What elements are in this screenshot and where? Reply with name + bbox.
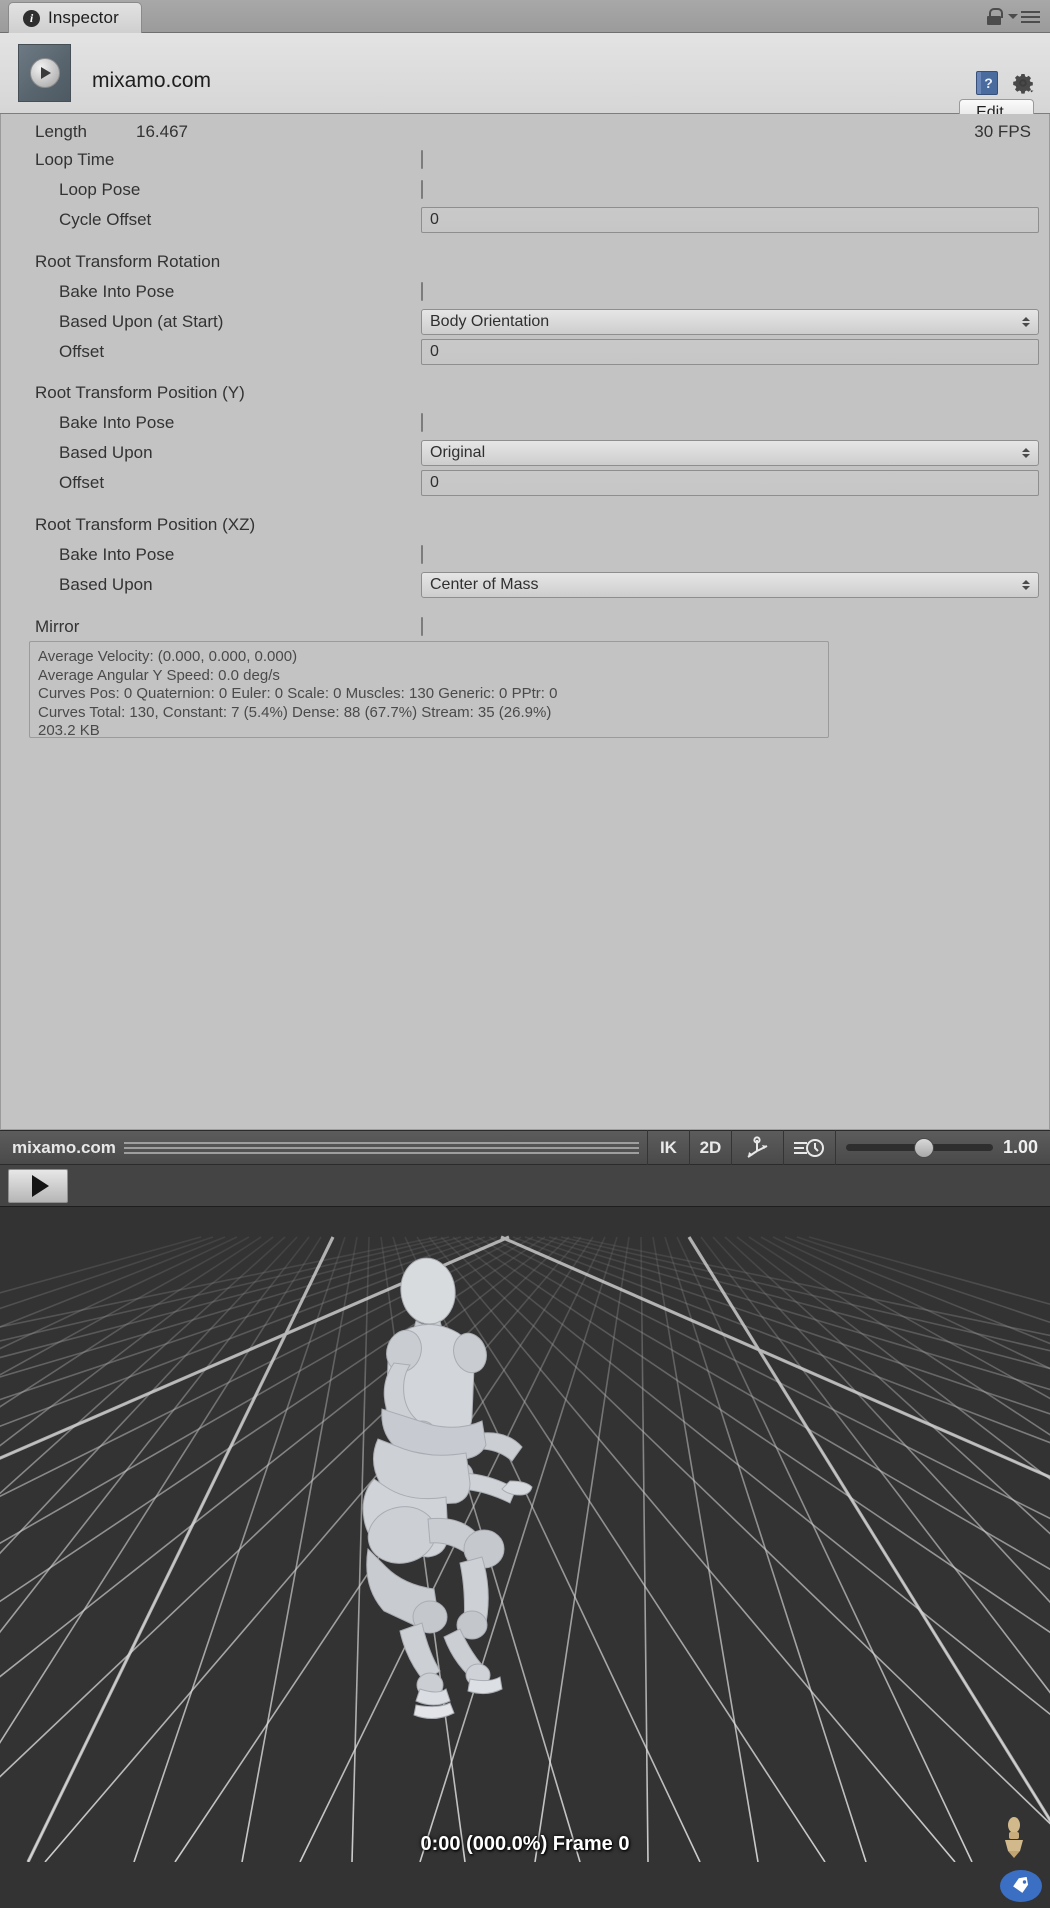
two-d-toggle-button[interactable]: 2D — [688, 1130, 731, 1165]
avatar-pivot-icon[interactable] — [730, 1130, 783, 1165]
ik-toggle-button[interactable]: IK — [646, 1130, 689, 1165]
chevron-updown-icon — [1022, 448, 1030, 458]
toolbar-rail — [123, 1141, 639, 1154]
label-mirror: Mirror — [35, 617, 80, 636]
row-posxz-based-upon: Based Upon Center of Mass — [1, 567, 1050, 603]
stat-line: Average Velocity: (0.000, 0.000, 0.000) — [38, 648, 298, 665]
speed-slider-knob[interactable] — [913, 1137, 934, 1158]
play-button[interactable] — [8, 1168, 68, 1203]
input-rotation-offset[interactable]: 0 — [421, 339, 1039, 365]
header-icon-group: ? — [976, 71, 1034, 95]
dropdown-posxz-based-upon-value: Center of Mass — [430, 576, 539, 593]
preview-clip-name: mixamo.com — [12, 1137, 116, 1157]
tab-bar: i Inspector — [0, 0, 1050, 33]
dropdown-based-upon-at-start-value: Body Orientation — [430, 313, 550, 330]
hamburger-icon — [1021, 10, 1040, 23]
dropdown-posy-based-upon[interactable]: Original — [421, 440, 1039, 466]
preview-viewport[interactable]: 0:00 (000.0%) Frame 0 — [0, 1207, 1050, 1908]
help-book-icon[interactable]: ? — [976, 71, 998, 95]
animation-clip-icon — [18, 44, 71, 102]
label-posy-bake-into-pose: Bake Into Pose — [59, 413, 175, 432]
speed-value: 1.00 — [1002, 1137, 1038, 1157]
dropdown-based-upon-at-start[interactable]: Body Orientation — [421, 309, 1039, 335]
label-posxz-based-upon: Based Upon — [59, 575, 153, 594]
page-title: mixamo.com — [92, 69, 212, 92]
dropdown-posxz-based-upon[interactable]: Center of Mass — [421, 572, 1039, 598]
input-cycle-offset[interactable]: 0 — [421, 207, 1039, 233]
label-posxz-bake-into-pose: Bake Into Pose — [59, 545, 175, 564]
row-posy-offset: Offset 0 — [1, 465, 1050, 501]
clip-stats-box: Average Velocity: (0.000, 0.000, 0.000) … — [29, 641, 829, 739]
window-controls — [987, 0, 1040, 33]
preview-toolbar: mixamo.com IK 2D 1.00 — [0, 1130, 1050, 1165]
checkbox-mirror[interactable] — [421, 617, 423, 636]
label-loop-time: Loop Time — [35, 150, 115, 169]
inspector-window: i Inspector mixamo.com ? Edit... Length … — [0, 0, 1050, 1908]
gear-icon[interactable] — [1012, 72, 1034, 94]
info-icon: i — [23, 9, 40, 27]
tag-icon[interactable] — [1000, 1870, 1042, 1902]
tab-inspector-label: Inspector — [48, 8, 119, 27]
lock-icon[interactable] — [987, 8, 1003, 25]
label-loop-pose: Loop Pose — [59, 180, 141, 199]
perspective-grid — [0, 1207, 1050, 1908]
play-icon — [29, 58, 60, 88]
checkbox-rotation-bake-into-pose[interactable] — [421, 282, 423, 301]
label-rotation-bake-into-pose: Bake Into Pose — [59, 282, 175, 301]
playback-speed-icon[interactable] — [782, 1130, 835, 1165]
speed-slider[interactable] — [834, 1130, 1003, 1165]
asset-header: mixamo.com ? Edit... — [0, 33, 1050, 127]
row-mirror: Mirror — [1, 609, 1050, 645]
label-root-transform-rotation: Root Transform Rotation — [35, 252, 221, 271]
properties-panel: Length 16.467 30 FPS Loop Time Loop Pose… — [0, 114, 1050, 1129]
input-posy-offset[interactable]: 0 — [421, 470, 1039, 496]
label-cycle-offset: Cycle Offset — [59, 210, 152, 229]
chevron-updown-icon — [1022, 580, 1030, 590]
label-root-transform-position-xz: Root Transform Position (XZ) — [35, 515, 256, 534]
stat-line: 203.2 KB — [38, 722, 100, 739]
viewport-bottom-strip — [0, 1862, 1050, 1908]
stat-line: Curves Pos: 0 Quaternion: 0 Euler: 0 Sca… — [38, 685, 558, 702]
checkbox-posxz-bake-into-pose[interactable] — [421, 545, 423, 564]
length-value: 16.467 — [136, 122, 188, 141]
label-root-transform-position-y: Root Transform Position (Y) — [35, 383, 245, 402]
tab-inspector[interactable]: i Inspector — [8, 2, 142, 33]
mannequin-icon — [1005, 1817, 1023, 1858]
stat-line: Curves Total: 130, Constant: 7 (5.4%) De… — [38, 703, 552, 721]
checkbox-loop-pose[interactable] — [421, 180, 423, 199]
dropdown-posy-based-upon-value: Original — [430, 444, 486, 461]
checkbox-loop-time[interactable] — [421, 150, 423, 169]
stat-line: Average Angular Y Speed: 0.0 deg/s — [38, 666, 280, 684]
label-rotation-offset: Offset — [59, 342, 105, 361]
row-cycle-offset: Cycle Offset 0 — [1, 202, 1050, 238]
fps-label: 30 FPS — [974, 122, 1031, 141]
label-posy-based-upon: Based Upon — [59, 443, 153, 462]
chevron-down-icon — [1008, 14, 1018, 19]
checkbox-posy-bake-into-pose[interactable] — [421, 413, 423, 432]
length-label: Length — [35, 122, 87, 141]
menu-icon[interactable] — [1008, 10, 1040, 23]
label-based-upon-at-start: Based Upon (at Start) — [59, 312, 224, 331]
playback-bar — [0, 1165, 1050, 1207]
row-rotation-offset: Offset 0 — [1, 334, 1050, 370]
chevron-updown-icon — [1022, 317, 1030, 327]
playback-status: 0:00 (000.0%) Frame 0 — [420, 1833, 630, 1855]
label-posy-offset: Offset — [59, 473, 105, 492]
